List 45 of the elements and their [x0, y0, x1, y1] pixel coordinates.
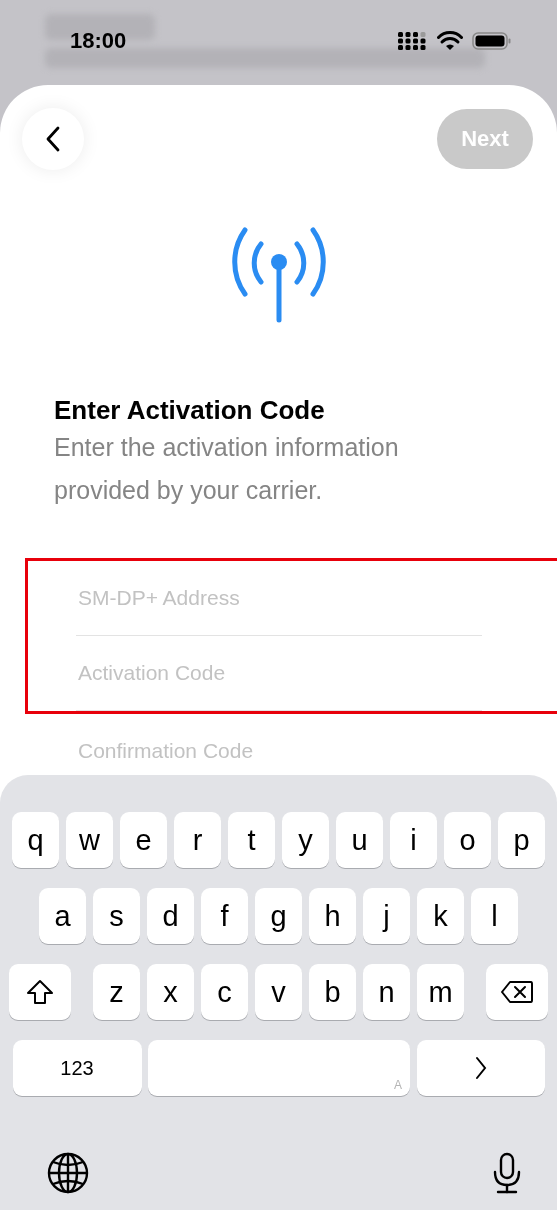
chevron-left-icon	[45, 126, 61, 152]
delete-icon	[500, 980, 534, 1004]
wifi-icon	[437, 31, 463, 51]
key[interactable]: y	[281, 812, 330, 868]
key[interactable]: e	[119, 812, 168, 868]
key[interactable]: s	[92, 888, 141, 944]
microphone-icon[interactable]	[492, 1152, 522, 1194]
signal-icon	[398, 32, 428, 50]
text-field[interactable]: SM-DP+ Address	[76, 585, 482, 611]
key[interactable]: l	[470, 888, 519, 944]
key[interactable]: q	[11, 812, 60, 868]
key[interactable]: i	[389, 812, 438, 868]
key[interactable]: z	[92, 964, 141, 1020]
text-field[interactable]: Activation Code	[76, 660, 482, 686]
shift-icon	[26, 979, 54, 1005]
status-time: 18:00	[70, 28, 127, 54]
globe-icon[interactable]	[47, 1152, 89, 1194]
page-subtitle: Enter the activation information provided by your carrier.	[54, 432, 400, 506]
key[interactable]: d	[146, 888, 195, 944]
key[interactable]: o	[443, 812, 492, 868]
key[interactable]: x	[146, 964, 195, 1020]
key[interactable]: b	[308, 964, 357, 1020]
key[interactable]: u	[335, 812, 384, 868]
key[interactable]: g	[254, 888, 303, 944]
key[interactable]: j	[362, 888, 411, 944]
chevron-right-icon	[474, 1056, 487, 1080]
key[interactable]: n	[362, 964, 411, 1020]
text-field[interactable]: Confirmation Code	[76, 738, 481, 764]
key[interactable]: h	[308, 888, 357, 944]
key-hint: A	[394, 1078, 402, 1092]
key[interactable]: k	[416, 888, 465, 944]
numbers-key[interactable]: 123	[12, 1040, 142, 1096]
key[interactable]: v	[254, 964, 303, 1020]
page-title: Enter Activation Code	[54, 394, 326, 426]
delete-key[interactable]	[486, 964, 548, 1020]
key[interactable]: a	[38, 888, 87, 944]
key[interactable]: p	[497, 812, 546, 868]
battery-icon	[472, 31, 512, 51]
shift-key[interactable]	[9, 964, 71, 1020]
key[interactable]: m	[416, 964, 465, 1020]
key[interactable]: f	[200, 888, 249, 944]
key[interactable]: w	[65, 812, 114, 868]
key[interactable]: r	[173, 812, 222, 868]
key[interactable]: c	[200, 964, 249, 1020]
key[interactable]: t	[227, 812, 276, 868]
